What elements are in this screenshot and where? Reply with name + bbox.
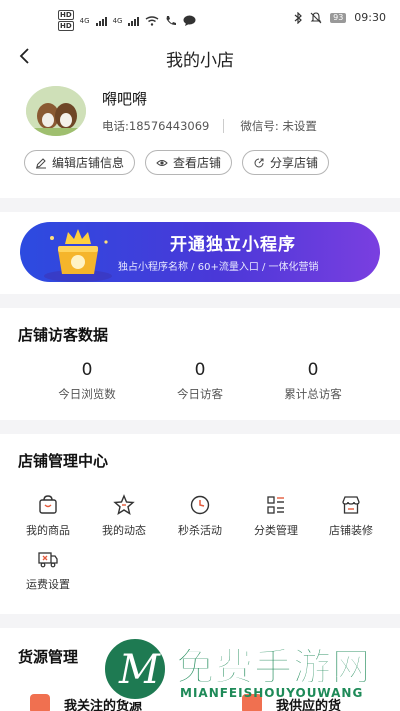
tool-flash-sale[interactable]: 秒杀活动 [160, 494, 240, 538]
storefront-icon [342, 496, 360, 514]
clock-time: 09:30 [354, 11, 386, 24]
share-shop-button[interactable]: 分享店铺 [242, 150, 330, 175]
list-icon [267, 496, 284, 514]
stat-total-visitors: 0 累计总访客 [253, 360, 373, 402]
shop-icon [242, 694, 262, 711]
tool-category-management[interactable]: 分类管理 [236, 494, 316, 538]
battery-icon: 93 [330, 12, 347, 23]
status-bar: HD HD 4G 4G 93 09:30 [0, 0, 400, 36]
section-gap [0, 198, 400, 212]
bag-icon [39, 495, 57, 514]
shop-name: 嘚吧嘚 [102, 90, 148, 108]
stat-label: 今日访客 [177, 387, 223, 401]
management-section: 店铺管理中心 我的商品 我的动态 秒杀活动 分类管理 店铺装修 运费设置 [0, 434, 400, 614]
tool-label: 运费设置 [26, 578, 70, 591]
hd-badges: HD HD [58, 10, 74, 31]
dogs-photo [26, 86, 86, 136]
shop-avatar[interactable] [26, 86, 86, 136]
shop-icon [30, 694, 50, 711]
tool-my-posts[interactable]: 我的动态 [84, 494, 164, 538]
mute-icon [310, 11, 322, 23]
page-title: 我的小店 [166, 51, 234, 71]
eye-icon [156, 159, 168, 166]
supply-followed-item[interactable]: 我关注的货源 [30, 694, 142, 711]
tool-label: 我的动态 [102, 524, 146, 537]
wechat-id: 微信号: 未设置 [240, 119, 317, 133]
phone-number: 电话:18576443069 [102, 119, 210, 133]
call-icon [166, 16, 177, 26]
shop-profile: 嘚吧嘚 电话:18576443069 微信号: 未设置 编辑店铺信息 查看店铺 … [0, 76, 400, 198]
stat-label: 今日浏览数 [58, 387, 116, 401]
clock-icon [190, 495, 210, 515]
tool-label: 秒杀活动 [178, 524, 222, 537]
banner-subtitle: 独占小程序名称 / 60+流量入口 / 一体化营销 [118, 262, 319, 273]
visitor-stats-section: 店铺访客数据 0 今日浏览数 0 今日访客 0 累计总访客 [0, 308, 400, 420]
stat-label: 累计总访客 [284, 387, 342, 401]
stat-value: 0 [194, 360, 206, 380]
share-shop-label: 分享店铺 [270, 156, 319, 170]
status-left: HD HD 4G 4G [58, 10, 196, 31]
signal-icon [128, 16, 140, 26]
crown-gift-icon [44, 229, 112, 282]
supply-label: 我供应的货 [276, 698, 342, 711]
wifi-icon [146, 15, 159, 26]
edit-icon [36, 157, 46, 168]
view-shop-label: 查看店铺 [173, 156, 222, 170]
supply-label: 我关注的货源 [64, 698, 143, 711]
signal-icon [95, 16, 107, 26]
tool-label: 店铺装修 [329, 524, 373, 537]
star-icon [113, 494, 135, 515]
tool-label: 分类管理 [254, 524, 298, 537]
edit-shop-button[interactable]: 编辑店铺信息 [24, 150, 136, 175]
supply-provided-item[interactable]: 我供应的货 [242, 694, 341, 711]
message-icon [183, 15, 196, 26]
stat-today-visitors: 0 今日访客 [140, 360, 260, 402]
hd-badge: HD [58, 10, 74, 20]
divider [223, 119, 225, 133]
section-gap [0, 294, 400, 308]
section-gap [0, 420, 400, 434]
stat-value: 0 [307, 360, 319, 380]
edit-shop-label: 编辑店铺信息 [52, 156, 125, 170]
nav-bar: 我的小店 [0, 36, 400, 76]
signal-label: 4G [79, 16, 90, 25]
status-right: 93 09:30 [294, 11, 386, 24]
section-title: 店铺管理中心 [18, 452, 109, 470]
bluetooth-icon [294, 11, 302, 24]
banner-title: 开通独立小程序 [170, 235, 296, 255]
section-title: 店铺访客数据 [18, 326, 109, 344]
signal-label: 4G [112, 16, 123, 25]
section-title: 货源管理 [18, 648, 79, 666]
tool-shop-decoration[interactable]: 店铺装修 [311, 494, 391, 538]
contact-info: 电话:18576443069 微信号: 未设置 [102, 118, 317, 134]
supply-section: 货源管理 我关注的货源 我供应的货 [0, 628, 400, 711]
hd-badge: HD [58, 21, 74, 31]
mini-program-banner[interactable]: 开通独立小程序 独占小程序名称 / 60+流量入口 / 一体化营销 [20, 222, 380, 282]
banner-section: 开通独立小程序 独占小程序名称 / 60+流量入口 / 一体化营销 [0, 212, 400, 294]
tool-label: 我的商品 [26, 524, 70, 537]
truck-icon [38, 552, 58, 568]
stat-value: 0 [81, 360, 93, 380]
stat-today-views: 0 今日浏览数 [27, 360, 147, 402]
view-shop-button[interactable]: 查看店铺 [145, 150, 233, 175]
tool-my-products[interactable]: 我的商品 [8, 494, 88, 538]
section-gap [0, 614, 400, 628]
share-icon [254, 158, 264, 167]
shop-actions: 编辑店铺信息 查看店铺 分享店铺 [24, 150, 330, 175]
tool-shipping-settings[interactable]: 运费设置 [8, 548, 88, 592]
